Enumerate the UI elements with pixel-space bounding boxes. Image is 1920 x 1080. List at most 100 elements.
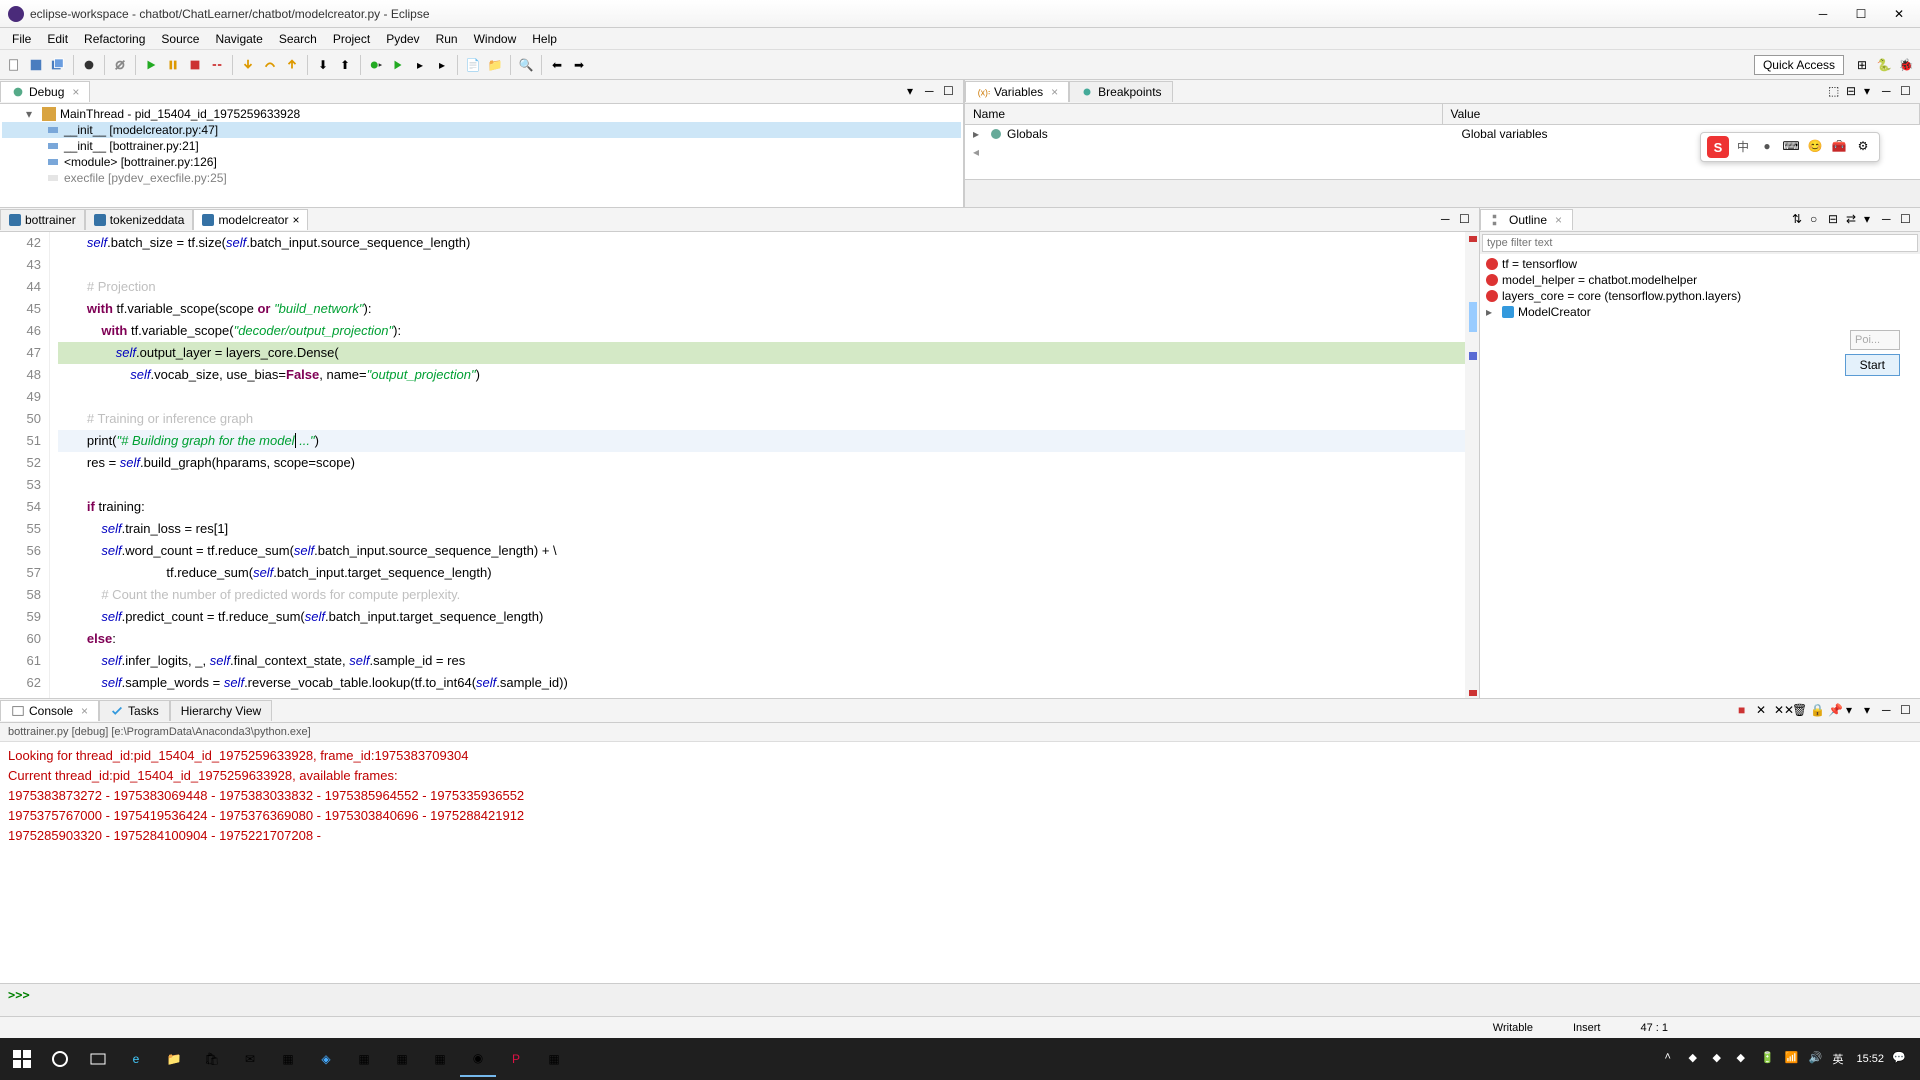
prev-annotation-icon[interactable]: ⬆ <box>335 55 355 75</box>
run-dropdown-icon[interactable] <box>388 55 408 75</box>
ime-lang-icon[interactable]: 中 <box>1733 136 1753 156</box>
pinned-app-icon[interactable]: ▦ <box>536 1041 572 1077</box>
minimize-view-icon[interactable]: ─ <box>1882 212 1898 228</box>
maximize-view-icon[interactable]: ☐ <box>1900 703 1916 719</box>
collapse-icon[interactable]: ⊟ <box>1828 212 1844 228</box>
close-tab-icon[interactable]: × <box>1051 85 1058 99</box>
task-view-icon[interactable] <box>80 1041 116 1077</box>
value-column[interactable]: Value <box>1443 104 1920 124</box>
menu-source[interactable]: Source <box>153 30 207 48</box>
menu-window[interactable]: Window <box>466 30 525 48</box>
new-module-icon[interactable]: 📄 <box>463 55 483 75</box>
close-tab-icon[interactable]: × <box>292 213 299 227</box>
outline-tree[interactable]: tf = tensorflow model_helper = chatbot.m… <box>1480 254 1920 698</box>
code-editor[interactable]: 4243444546474849505152535455565758596061… <box>0 232 1479 698</box>
save-icon[interactable] <box>26 55 46 75</box>
coverage-icon[interactable]: ▸ <box>410 55 430 75</box>
outline-filter-input[interactable] <box>1482 234 1918 252</box>
editor-tab-modelcreator[interactable]: modelcreator× <box>193 209 308 230</box>
minimize-view-icon[interactable]: ─ <box>1882 703 1898 719</box>
notifications-icon[interactable]: 💬 <box>1892 1051 1908 1067</box>
terminate-console-icon[interactable]: ■ <box>1738 703 1754 719</box>
open-perspective-icon[interactable]: ⊞ <box>1852 55 1872 75</box>
maximize-view-icon[interactable]: ☐ <box>1900 212 1916 228</box>
menu-run[interactable]: Run <box>428 30 466 48</box>
tray-app-icon[interactable]: ◆ <box>1736 1051 1752 1067</box>
forward-icon[interactable]: ➡ <box>569 55 589 75</box>
pydev-perspective-icon[interactable]: 🐍 <box>1874 55 1894 75</box>
start-menu-icon[interactable] <box>4 1041 40 1077</box>
tasks-tab[interactable]: Tasks <box>99 700 170 721</box>
editor-tab-tokenizeddata[interactable]: tokenizeddata <box>85 209 194 230</box>
menu-refactoring[interactable]: Refactoring <box>76 30 153 48</box>
sort-icon[interactable]: ⇅ <box>1792 212 1808 228</box>
debug-view-menu-icon[interactable]: ▾ <box>907 84 923 100</box>
start-point-input[interactable] <box>1850 330 1900 350</box>
overview-ruler[interactable] <box>1465 232 1479 698</box>
menu-search[interactable]: Search <box>271 30 325 48</box>
name-column[interactable]: Name <box>965 104 1443 124</box>
outline-tab[interactable]: Outline × <box>1480 209 1573 230</box>
ime-toolbar[interactable]: S 中 ● ⌨ 😊 🧰 ⚙ <box>1700 132 1880 162</box>
new-package-icon[interactable]: 📁 <box>485 55 505 75</box>
close-button[interactable]: ✕ <box>1886 5 1912 23</box>
tray-app-icon[interactable]: ◆ <box>1712 1051 1728 1067</box>
minimize-button[interactable]: ─ <box>1810 5 1836 23</box>
debug-tab[interactable]: Debug × <box>0 81 90 102</box>
pinned-app-icon[interactable]: ▦ <box>346 1041 382 1077</box>
external-tools-icon[interactable]: ▸ <box>432 55 452 75</box>
stack-frame-0[interactable]: __init__ [modelcreator.py:47] <box>2 122 961 138</box>
outline-item-modelhelper[interactable]: model_helper = chatbot.modelhelper <box>1482 272 1918 288</box>
clock[interactable]: 15:52 <box>1856 1053 1884 1065</box>
menu-help[interactable]: Help <box>524 30 565 48</box>
link-editor-icon[interactable]: ⇄ <box>1846 212 1862 228</box>
outline-item-modelcreator[interactable]: ▸ModelCreator <box>1482 304 1918 320</box>
debug-dropdown-icon[interactable] <box>366 55 386 75</box>
menu-edit[interactable]: Edit <box>39 30 76 48</box>
maximize-view-icon[interactable]: ☐ <box>1900 84 1916 100</box>
debug-perspective-icon[interactable]: 🐞 <box>1896 55 1916 75</box>
search-icon[interactable]: 🔍 <box>516 55 536 75</box>
maximize-editor-icon[interactable]: ☐ <box>1459 212 1475 228</box>
ime-tool-icon[interactable]: 🧰 <box>1829 136 1849 156</box>
stack-frame-1[interactable]: __init__ [bottrainer.py:21] <box>2 138 961 154</box>
display-console-icon[interactable]: ▾ <box>1846 703 1862 719</box>
step-return-icon[interactable] <box>282 55 302 75</box>
volume-icon[interactable]: 🔊 <box>1808 1051 1824 1067</box>
suspend-icon[interactable] <box>163 55 183 75</box>
minimize-view-icon[interactable]: ─ <box>925 84 941 100</box>
explorer-icon[interactable]: 📁 <box>156 1041 192 1077</box>
stack-frame-2[interactable]: <module> [bottrainer.py:126] <box>2 154 961 170</box>
app-icon[interactable]: ▦ <box>270 1041 306 1077</box>
new-icon[interactable] <box>4 55 24 75</box>
quick-access[interactable]: Quick Access <box>1754 55 1844 75</box>
vscode-icon[interactable]: ◈ <box>308 1041 344 1077</box>
maximize-button[interactable]: ☐ <box>1848 5 1874 23</box>
step-into-icon[interactable] <box>238 55 258 75</box>
start-button[interactable]: Start <box>1845 354 1900 376</box>
hierarchy-tab[interactable]: Hierarchy View <box>170 700 272 721</box>
terminate-icon[interactable] <box>185 55 205 75</box>
close-tab-icon[interactable]: × <box>72 85 79 99</box>
menu-project[interactable]: Project <box>325 30 378 48</box>
debug-tree[interactable]: ▾MainThread - pid_15404_id_1975259633928… <box>0 104 963 207</box>
ime-keyboard-icon[interactable]: ⌨ <box>1781 136 1801 156</box>
ime-tray-icon[interactable]: 英 <box>1832 1051 1848 1067</box>
minimize-editor-icon[interactable]: ─ <box>1441 212 1457 228</box>
pinned-app-icon[interactable]: ▦ <box>384 1041 420 1077</box>
pin-console-icon[interactable]: 📌 <box>1828 703 1844 719</box>
menu-navigate[interactable]: Navigate <box>207 30 270 48</box>
minimize-view-icon[interactable]: ─ <box>1882 84 1898 100</box>
back-icon[interactable]: ⬅ <box>547 55 567 75</box>
remove-launch-icon[interactable]: ✕ <box>1756 703 1772 719</box>
maximize-view-icon[interactable]: ☐ <box>943 84 959 100</box>
ime-punct-icon[interactable]: ● <box>1757 136 1777 156</box>
resume-icon[interactable] <box>141 55 161 75</box>
menu-pydev[interactable]: Pydev <box>378 30 427 48</box>
variables-tab[interactable]: (x)= Variables × <box>965 81 1069 102</box>
ime-settings-icon[interactable]: ⚙ <box>1853 136 1873 156</box>
disconnect-icon[interactable] <box>207 55 227 75</box>
close-tab-icon[interactable]: × <box>1555 213 1562 227</box>
show-type-names-icon[interactable]: ⬚ <box>1828 84 1844 100</box>
hide-fields-icon[interactable]: ○ <box>1810 212 1826 228</box>
